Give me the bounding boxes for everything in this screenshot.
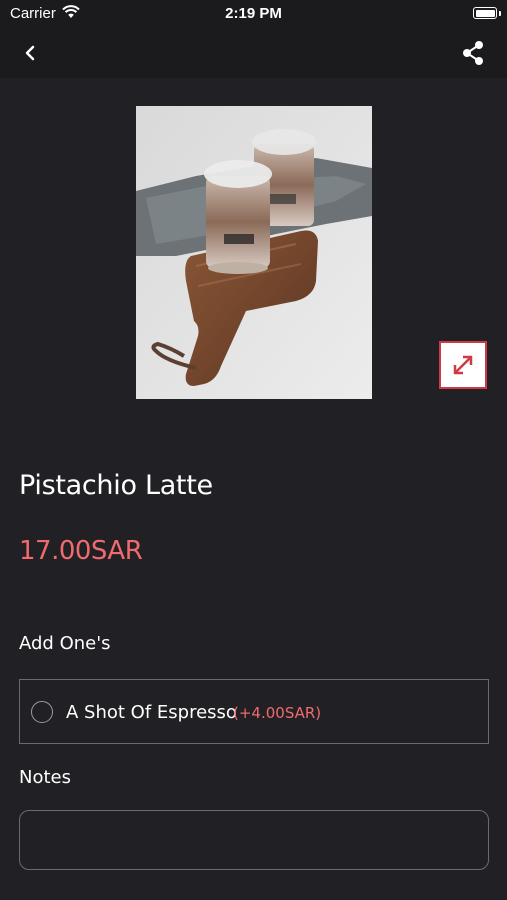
back-button[interactable] [18, 40, 44, 66]
addon-option[interactable]: A Shot Of Espresso (+4.00SAR) [19, 679, 489, 744]
notes-title: Notes [19, 767, 71, 788]
addons-title: Add One's [19, 633, 111, 654]
expand-image-button[interactable] [439, 341, 487, 389]
product-price: 17.00SAR [19, 536, 143, 566]
addon-label: A Shot Of Espresso [66, 702, 237, 723]
product-name: Pistachio Latte [19, 470, 213, 501]
status-time: 2:19 PM [225, 5, 282, 22]
navigation-bar [0, 28, 507, 78]
expand-icon [453, 355, 473, 375]
battery-icon [473, 7, 497, 19]
share-button[interactable] [459, 39, 487, 67]
addon-radio-button[interactable] [31, 701, 53, 723]
status-bar: Carrier 2:19 PM [0, 0, 507, 28]
notes-field[interactable] [19, 810, 489, 870]
addon-price: (+4.00SAR) [233, 704, 322, 722]
chevron-left-icon [25, 45, 35, 61]
product-image[interactable] [136, 106, 372, 399]
battery-cap [499, 11, 501, 16]
share-icon [463, 41, 483, 65]
